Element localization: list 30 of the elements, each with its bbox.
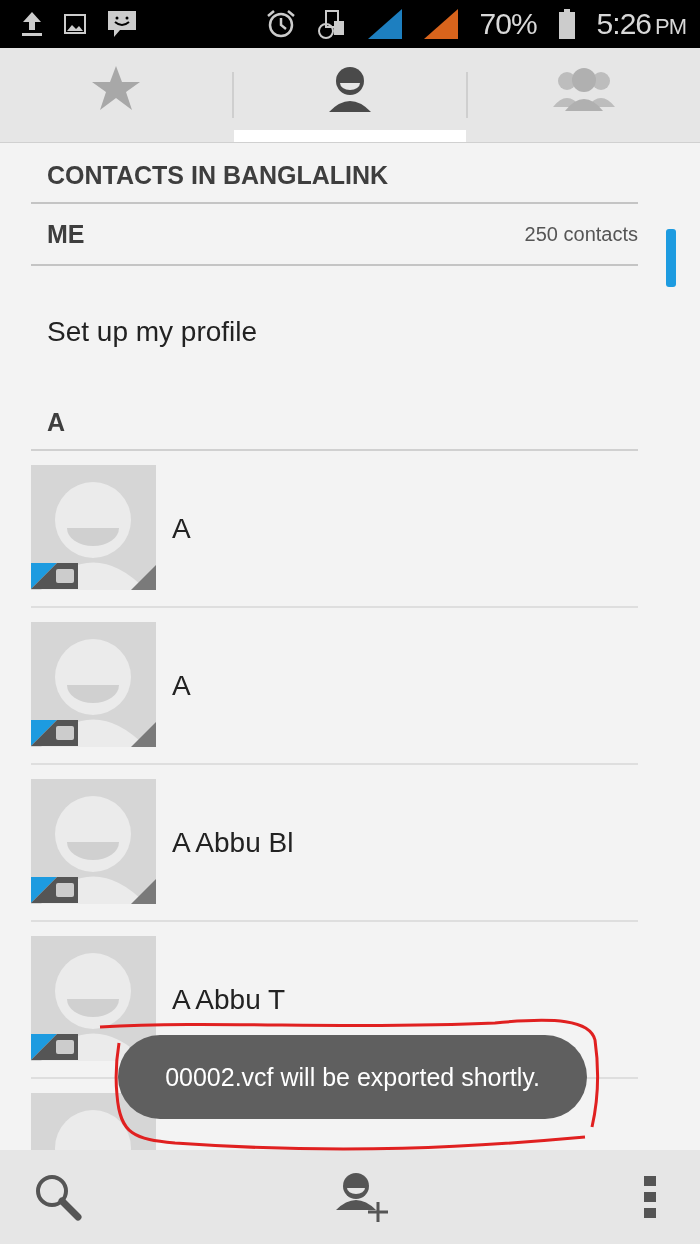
contact-name[interactable]: A Abbu Bl — [172, 827, 294, 859]
section-letter: A — [31, 396, 638, 451]
group-icon — [553, 67, 615, 111]
avatar-icon — [31, 936, 156, 1061]
star-icon — [92, 66, 140, 112]
scrollbar-icon — [666, 229, 676, 287]
chat-icon — [108, 11, 136, 37]
profile-setup-link[interactable]: Set up my profile — [31, 266, 638, 396]
avatar-icon — [31, 779, 156, 904]
contact-count: 250 contacts — [524, 222, 638, 246]
toast-message: 00002.vcf will be exported shortly. — [118, 1035, 587, 1119]
battery-percent: 70% — [479, 7, 537, 41]
search-icon[interactable] — [34, 1173, 82, 1221]
person-icon — [329, 66, 371, 112]
signal-icon — [367, 9, 402, 39]
avatar-icon — [31, 465, 156, 590]
battery-icon — [558, 9, 575, 39]
image-icon — [64, 14, 86, 34]
contact-name[interactable]: A — [172, 513, 191, 545]
avatar-icon — [31, 622, 156, 747]
contact-name[interactable]: A — [172, 670, 191, 702]
add-contact-icon[interactable] — [336, 1172, 390, 1222]
upload-icon — [22, 12, 42, 36]
me-label: ME — [47, 219, 85, 249]
signal-icon — [423, 9, 458, 39]
clock: 5:26 PM — [596, 7, 686, 41]
contact-name[interactable]: A Abbu T — [172, 984, 286, 1016]
account-header: CONTACTS IN BANGLALINK — [31, 143, 638, 204]
more-icon[interactable] — [644, 1176, 656, 1218]
alarm-icon — [265, 9, 296, 39]
